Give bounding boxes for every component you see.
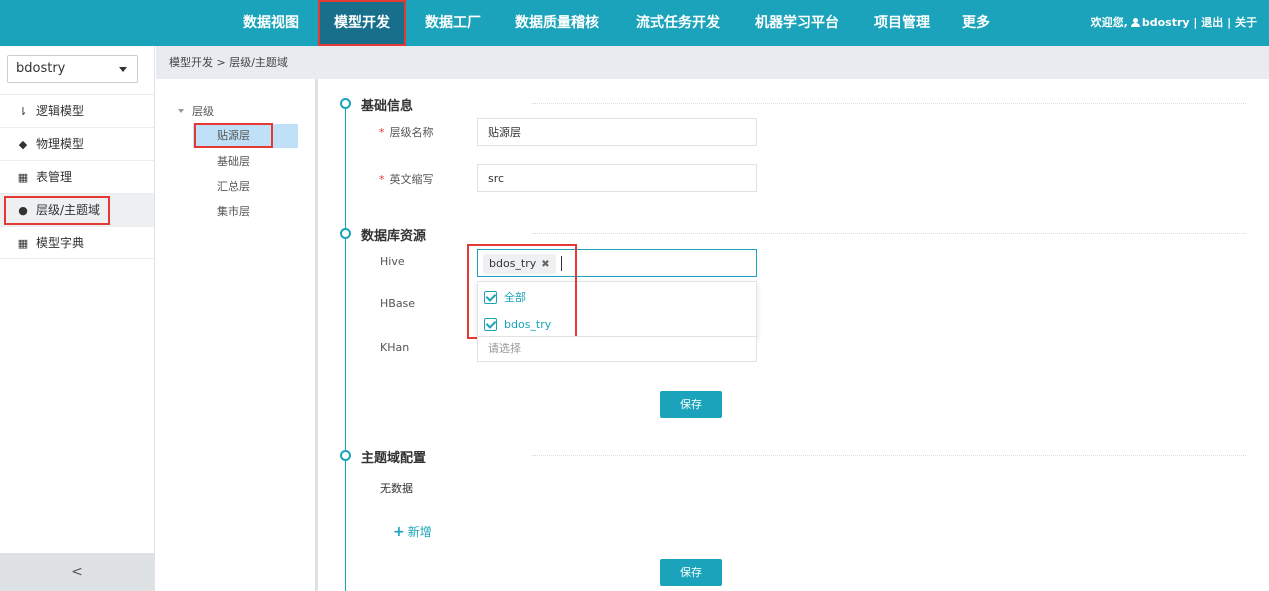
sidebar-item-label: 表管理 [36,170,73,184]
username[interactable]: bdostry [1142,16,1190,29]
breadcrumb-separator: > [216,56,226,69]
checkbox-checked-icon [484,291,497,304]
chevron-down-icon [119,67,127,72]
timeline-dot [340,228,351,239]
selected-tag: bdos_try ✖ [483,254,556,274]
option-label: 全部 [504,291,526,304]
hbase-label: HBase [380,297,416,310]
sort-icon: ⇂ [18,105,28,118]
sidebar-item-label: 物理模型 [36,137,85,151]
option-label: bdos_try [504,318,552,331]
hive-multi-select[interactable]: bdos_try ✖ [477,249,757,277]
tree-node-label: 汇总层 [217,180,250,193]
tree-node-summary-layer[interactable]: 汇总层 [193,175,298,199]
project-select[interactable]: bdostry [7,55,138,83]
section-title-db-resources: 数据库资源 [361,229,427,244]
layer-name-input[interactable] [477,118,757,146]
sidebar-item-label: 逻辑模型 [36,104,85,118]
project-select-value: bdostry [16,61,66,76]
highlight-box [194,123,273,148]
grid-icon: ▦ [17,237,29,250]
nav-item-data-factory[interactable]: 数据工厂 [425,0,481,46]
breadcrumb-current: 层级/主题域 [229,56,288,69]
layer-name-label: * 层级名称 [379,124,434,140]
english-abbr-label-text: 英文缩写 [389,173,434,186]
layer-name-label-text: 层级名称 [389,126,434,139]
nav-item-stream-task[interactable]: 流式任务开发 [636,0,720,46]
section-divider [532,103,1246,104]
cube-icon: ◆ [18,138,28,151]
sidebar-item-logical-model[interactable]: ⇂ 逻辑模型 [0,94,154,127]
logout-link[interactable]: 退出 [1201,16,1223,29]
nav-item-ml-platform[interactable]: 机器学习平台 [755,0,839,46]
top-nav-bar: 数据视图 模型开发 数据工厂 数据质量稽核 流式任务开发 机器学习平台 项目管理… [0,0,1269,46]
breadcrumb: 模型开发 > 层级/主题域 [156,46,1269,79]
sidebar-collapse-button[interactable]: < [0,553,154,591]
side-menu: ⇂ 逻辑模型 ◆ 物理模型 ▦ 表管理 ● 层级/主题域 ▦ 模型字典 [0,94,154,259]
user-icon [1130,18,1140,27]
tree-node-base-layer[interactable]: 基础层 [193,150,298,174]
english-abbr-label: * 英文缩写 [379,171,434,187]
tree-root-label: 层级 [192,105,214,118]
highlight-box [4,196,110,225]
grid-icon: ▦ [17,171,29,184]
tree-node-label: 基础层 [217,155,250,168]
separator: | [1227,16,1232,29]
text-cursor [561,256,562,271]
sidebar-item-layer-domain[interactable]: ● 层级/主题域 [0,193,154,226]
save-topic-config-button[interactable]: 保存 [660,559,722,586]
welcome-text: 欢迎您, [1090,16,1128,29]
separator: | [1193,16,1198,29]
save-db-resources-button[interactable]: 保存 [660,391,722,418]
khan-label: KHan [380,341,410,354]
dropdown-option-bdos-try[interactable]: bdos_try [484,315,551,335]
dropdown-option-all[interactable]: 全部 [484,288,526,308]
section-divider [532,455,1246,456]
nav-item-data-view[interactable]: 数据视图 [243,0,299,46]
timeline-dot [340,98,351,109]
nav-item-data-quality[interactable]: 数据质量稽核 [515,0,599,46]
nav-item-project-mgmt[interactable]: 项目管理 [874,0,930,46]
tree-node-mart-layer[interactable]: 集市层 [193,200,298,224]
sidebar-item-model-dictionary[interactable]: ▦ 模型字典 [0,226,154,259]
user-area: 欢迎您, bdostry | 退出 | 关于 [1091,0,1257,46]
about-link[interactable]: 关于 [1235,16,1257,29]
breadcrumb-parent[interactable]: 模型开发 [169,56,213,69]
nav-item-more[interactable]: 更多 [962,0,990,46]
required-mark: * [379,173,385,186]
section-title-basic-info: 基础信息 [361,99,414,114]
english-abbr-input[interactable] [477,164,757,192]
timeline-dot [340,450,351,461]
timeline-line [345,103,346,591]
checkbox-checked-icon [484,318,497,331]
panel-divider [315,79,318,591]
sidebar-item-table-mgmt[interactable]: ▦ 表管理 [0,160,154,193]
tag-label: bdos_try [489,257,537,270]
empty-state-text: 无数据 [380,482,413,495]
sidebar-item-label: 模型字典 [36,236,85,250]
required-mark: * [379,126,385,139]
caret-down-icon [178,109,184,113]
section-divider [532,233,1246,234]
tree-node-label: 集市层 [217,205,250,218]
layer-tree: 层级 贴源层 基础层 汇总层 集市层 [156,79,316,591]
add-label: 新增 [407,525,432,539]
plus-icon: + [393,524,405,540]
tree-node-source-layer[interactable]: 贴源层 [193,123,298,148]
remove-tag-icon[interactable]: ✖ [541,259,549,270]
tree-root-layer[interactable]: 层级 [178,103,214,119]
sidebar-item-physical-model[interactable]: ◆ 物理模型 [0,127,154,160]
chevron-left-icon: < [71,564,83,580]
section-title-topic-config: 主题域配置 [361,451,427,466]
sidebar: bdostry ⇂ 逻辑模型 ◆ 物理模型 ▦ 表管理 ● 层级/主题域 ▦ 模型字典 < [0,46,155,591]
hive-dropdown-menu: 全部 bdos_try [477,281,757,339]
nav-item-model-dev[interactable]: 模型开发 [318,0,406,46]
hive-label: Hive [380,255,405,268]
khan-select[interactable] [477,336,757,362]
add-topic-button[interactable]: + 新增 [393,523,432,540]
